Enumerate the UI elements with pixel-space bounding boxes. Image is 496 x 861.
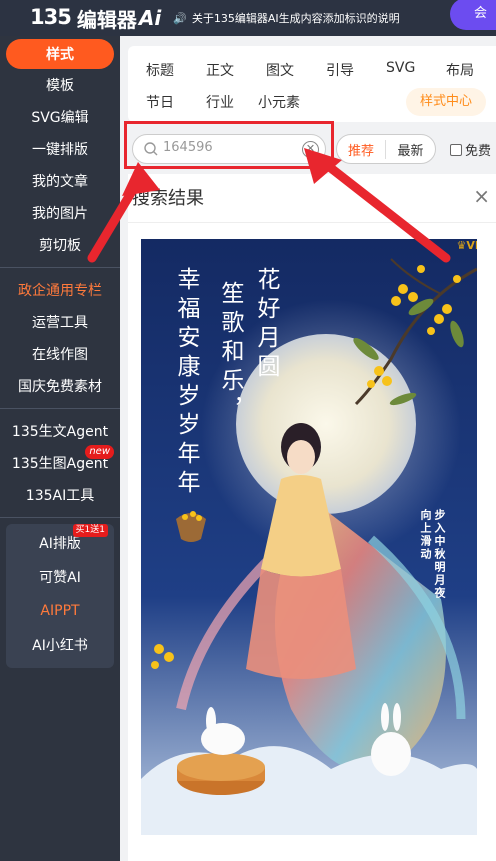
notice-text: 关于135编辑器AI生成内容添加标识的说明: [191, 12, 400, 25]
member-button[interactable]: 会: [450, 0, 496, 30]
results-panel: 搜索结果 × ♛VI 花好月圆 笙歌和乐， 幸福安康岁岁年年 步入中秋明月夜 向…: [128, 174, 496, 861]
sidebar-divider: [0, 408, 120, 409]
sidebar-item-style[interactable]: 样式: [6, 39, 114, 69]
category-tabs: 标题 正文 图文 引导 SVG 布局 节日 行业 小元素 样式中心: [128, 46, 496, 122]
top-bar: 135 编辑器 Ai 🔊 关于135编辑器AI生成内容添加标识的说明 会: [0, 0, 496, 36]
poster-side-text2: 向上滑动: [419, 509, 432, 561]
new-badge: new: [85, 445, 114, 459]
sidebar-item-ai-xiaohongshu[interactable]: AI小红书: [6, 628, 114, 662]
sidebar-item-gov-column[interactable]: 政企通用专栏: [0, 274, 120, 306]
promo-badge: 买1送1: [72, 524, 108, 537]
tab-body[interactable]: 正文: [206, 60, 234, 80]
logo-ai: Ai: [138, 6, 162, 30]
sidebar-item-my-articles[interactable]: 我的文章: [0, 165, 120, 197]
sidebar-item-svg-edit[interactable]: SVG编辑: [0, 101, 120, 133]
tab-guide[interactable]: 引导: [326, 60, 354, 80]
poster-title-col1: 花好月圆: [253, 267, 279, 383]
sidebar-divider: [0, 517, 120, 518]
tab-small-elements[interactable]: 小元素: [258, 92, 300, 112]
tab-industry[interactable]: 行业: [206, 92, 234, 112]
logo[interactable]: 135 编辑器 Ai: [30, 0, 161, 36]
search-row: ✕ 推荐 最新 免费: [124, 121, 496, 169]
sidebar-item-ai-layout[interactable]: AI排版 买1送1: [6, 524, 114, 560]
notice-link[interactable]: 🔊 关于135编辑器AI生成内容添加标识的说明: [173, 10, 399, 26]
tab-festival[interactable]: 节日: [146, 92, 174, 112]
checkbox-box: [450, 143, 462, 156]
style-center-button[interactable]: 样式中心: [406, 88, 486, 116]
sidebar-item-online-drawing[interactable]: 在线作图: [0, 338, 120, 370]
vip-badge: ♛VIP: [456, 239, 477, 252]
tab-title[interactable]: 标题: [146, 60, 174, 80]
sidebar-item-kezan-ai[interactable]: 可赞AI: [6, 560, 114, 594]
free-checkbox[interactable]: 免费: [450, 140, 491, 159]
sidebar-item-my-images[interactable]: 我的图片: [0, 197, 120, 229]
sort-toggle: 推荐 最新: [336, 134, 436, 164]
vip-label: VIP: [466, 239, 477, 252]
poster-title-col2: 笙歌和乐，: [217, 281, 243, 426]
sidebar-item-ops-tools[interactable]: 运营工具: [0, 306, 120, 338]
ai-group: AI排版 买1送1 可赞AI AIPPT AI小红书: [6, 524, 114, 668]
sidebar-item-text-agent[interactable]: 135生文Agent: [0, 415, 120, 447]
speaker-icon: 🔊: [173, 11, 187, 25]
tab-image-text[interactable]: 图文: [266, 60, 294, 80]
sidebar-item-aippt[interactable]: AIPPT: [6, 594, 114, 628]
sidebar-item-image-agent[interactable]: 135生图Agent new: [0, 445, 120, 479]
sidebar-item-national-day-assets[interactable]: 国庆免费素材: [0, 370, 120, 402]
sidebar-item-template[interactable]: 模板: [0, 69, 120, 101]
sidebar: 样式 模板 SVG编辑 一键排版 我的文章 我的图片 剪切板 政企通用专栏 运营…: [0, 36, 120, 861]
sidebar-divider: [0, 267, 120, 268]
sort-recommend[interactable]: 推荐: [337, 139, 387, 159]
highlight-frame: [124, 121, 334, 169]
poster-side-text1: 步入中秋明月夜: [433, 509, 446, 600]
poster-title-col3: 幸福安康岁岁年年: [173, 267, 199, 499]
sidebar-item-clipboard[interactable]: 剪切板: [0, 229, 120, 261]
main-panel: 标题 正文 图文 引导 SVG 布局 节日 行业 小元素 样式中心 ✕ 推荐 最…: [120, 36, 496, 861]
logo-mark: 135: [30, 5, 72, 29]
free-label: 免费: [465, 144, 492, 159]
close-icon[interactable]: ×: [473, 184, 490, 208]
sort-latest[interactable]: 最新: [386, 140, 435, 159]
tab-svg[interactable]: SVG: [386, 60, 415, 76]
sidebar-item-ai-tools[interactable]: 135AI工具: [0, 479, 120, 511]
crown-icon: ♛: [456, 239, 467, 252]
results-title: 搜索结果: [132, 188, 204, 209]
divider: [128, 222, 496, 223]
result-poster[interactable]: ♛VIP 花好月圆 笙歌和乐， 幸福安康岁岁年年 步入中秋明月夜 向上滑动: [141, 239, 477, 835]
tab-layout[interactable]: 布局: [446, 60, 474, 80]
sidebar-item-one-click-layout[interactable]: 一键排版: [0, 133, 120, 165]
logo-text: 编辑器: [76, 7, 137, 32]
